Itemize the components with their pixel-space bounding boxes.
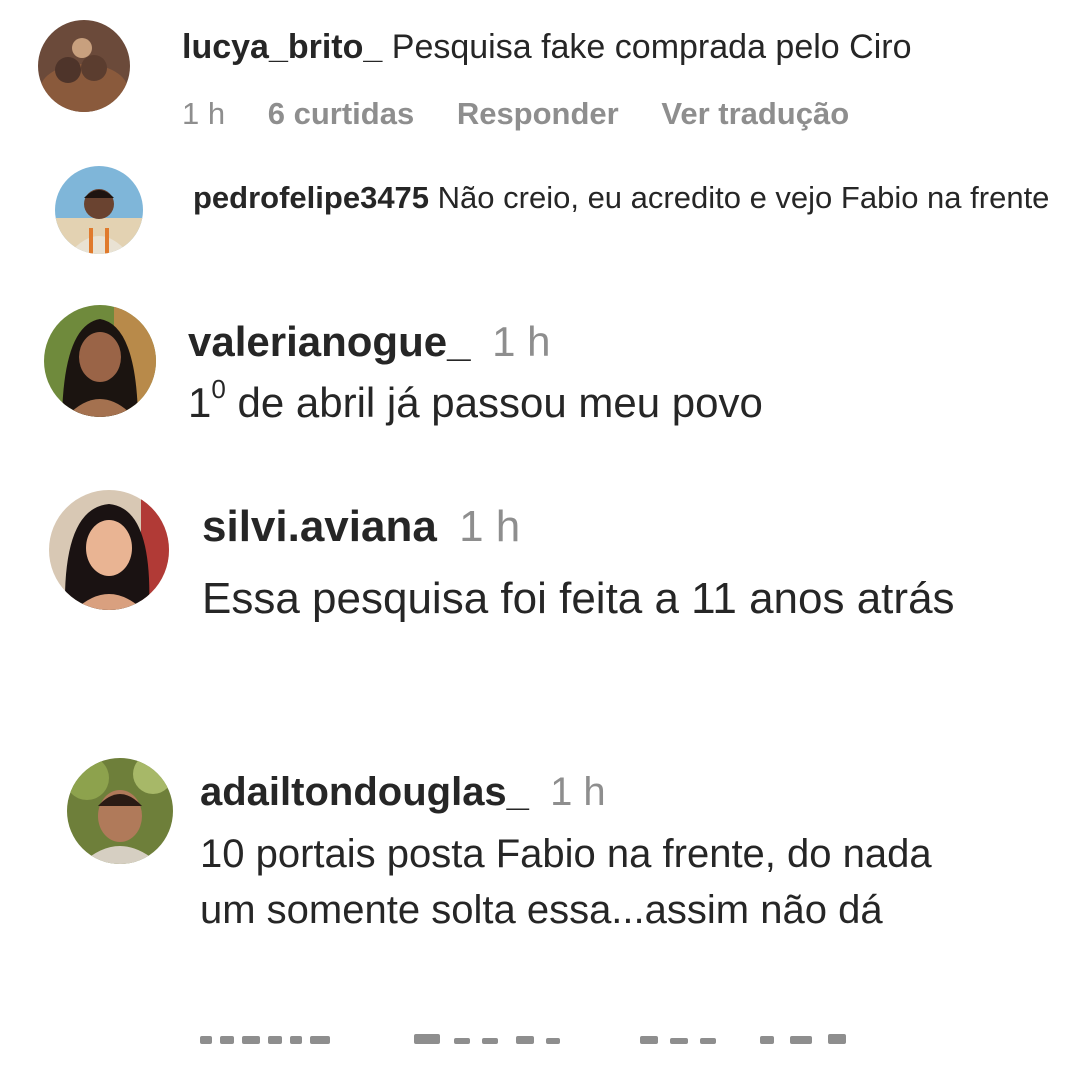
avatar[interactable] <box>49 490 169 610</box>
cut-off-meta-row <box>200 1030 900 1044</box>
comment-text-rest: de abril já passou meu povo <box>225 379 763 426</box>
comment-text-number: 1 <box>188 379 212 426</box>
avatar[interactable] <box>44 305 156 417</box>
timestamp: 1 h <box>459 502 521 551</box>
timestamp: 1 h <box>182 96 226 131</box>
comment-text: 10 de abril já passou meu povo <box>188 374 763 427</box>
likes-count[interactable]: 6 curtidas <box>268 96 414 131</box>
avatar[interactable] <box>38 20 130 112</box>
translate-button[interactable]: Ver tradução <box>661 96 849 131</box>
username[interactable]: valerianogue_ <box>188 318 470 365</box>
comment-text: 10 portais posta Fabio na frente, do nad… <box>200 832 932 932</box>
comment-text: Essa pesquisa foi feita a 11 anos atrás <box>202 574 955 623</box>
username[interactable]: lucya_brito_ <box>182 28 382 66</box>
comment-text-superscript: 0 <box>211 374 226 404</box>
cut-off-meta-row-shapes <box>200 1034 846 1044</box>
username[interactable]: adailtondouglas_ <box>200 770 529 814</box>
avatar[interactable] <box>67 758 173 864</box>
avatar-image <box>49 490 169 610</box>
avatar-image <box>67 758 173 864</box>
timestamp: 1 h <box>550 770 606 814</box>
avatar-image <box>38 20 130 112</box>
reply-button[interactable]: Responder <box>457 96 619 131</box>
comment-text: Não creio, eu acredito e vejo Fabio na f… <box>437 180 1050 215</box>
avatar-image <box>44 305 156 417</box>
comment-text: Pesquisa fake comprada pelo Ciro <box>391 28 912 66</box>
timestamp: 1 h <box>492 318 551 365</box>
avatar-image <box>55 166 143 254</box>
username[interactable]: silvi.aviana <box>202 502 437 551</box>
avatar[interactable] <box>55 166 143 254</box>
username[interactable]: pedrofelipe3475 <box>193 180 429 215</box>
